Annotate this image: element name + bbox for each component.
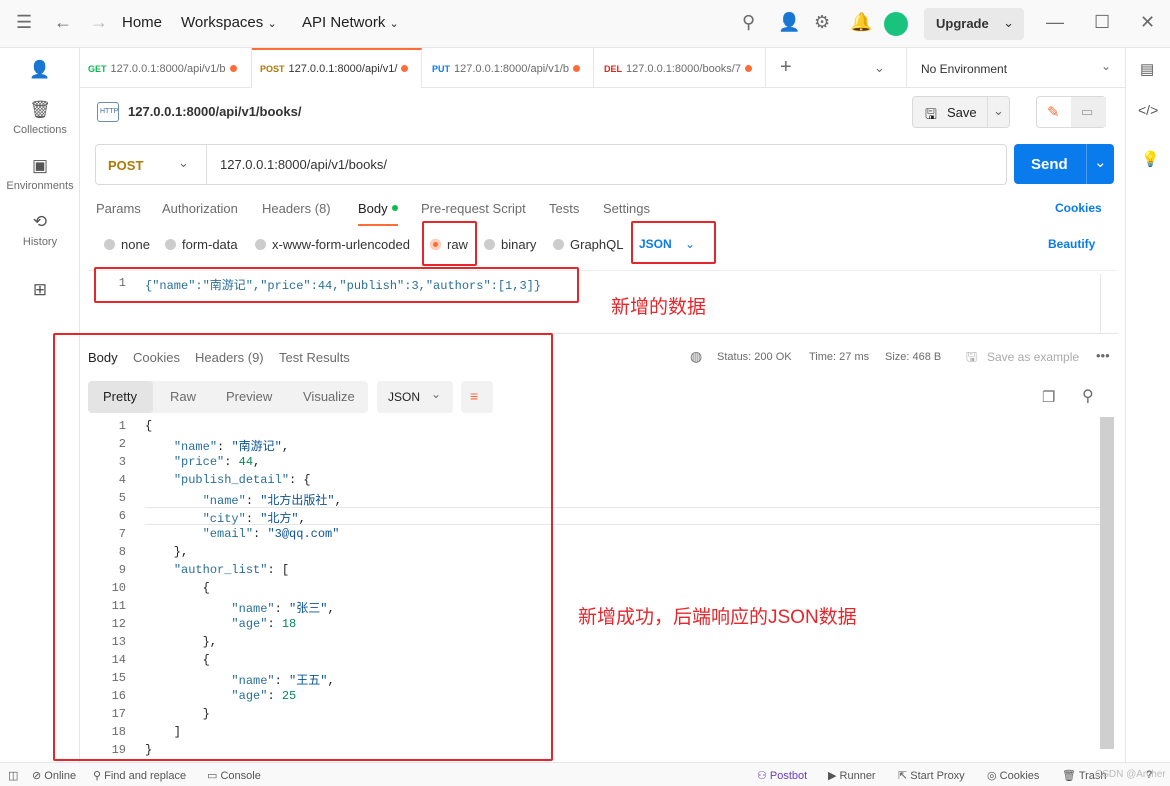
save-disk-icon: 🖫 — [925, 106, 937, 122]
sidebar-item-environments[interactable]: ▣ Environments — [0, 156, 80, 192]
online-status[interactable]: ⊘ Online — [32, 769, 76, 782]
search-icon[interactable]: ⚲ — [1082, 386, 1094, 406]
send-button[interactable]: Send ⌄ — [1014, 144, 1114, 184]
environment-icon: ▣ — [31, 156, 49, 175]
back-arrow-icon[interactable]: ← — [54, 12, 72, 33]
save-disk-icon: 🖫 — [966, 349, 978, 364]
tab-body[interactable]: Body — [358, 201, 398, 226]
user-icon[interactable]: 👤 — [0, 60, 80, 84]
save-as-example-button[interactable]: Save as example — [987, 350, 1079, 364]
url-bar: POST ⌄ 127.0.0.1:8000/api/v1/books/ — [95, 144, 1007, 185]
console-button[interactable]: ▭ Console — [207, 769, 261, 782]
annotation-success: 新增成功，后端响应的JSON数据 — [578, 607, 857, 628]
http-icon: HTTP — [97, 102, 119, 122]
home-link[interactable]: Home — [122, 14, 162, 31]
tab-authorization[interactable]: Authorization — [162, 201, 238, 216]
tab-get[interactable]: GET 127.0.0.1:8000/api/v1/b — [80, 48, 252, 88]
search-icon[interactable]: ⚲ — [742, 12, 755, 33]
edit-pencil-icon[interactable]: ✎ — [1047, 103, 1060, 121]
radio-form-data[interactable]: form-data — [165, 237, 238, 252]
comment-icon[interactable]: ▭ — [1071, 97, 1106, 127]
tab-tests[interactable]: Tests — [549, 201, 579, 216]
code-icon[interactable]: </> — [1138, 102, 1158, 118]
annotation-box-response — [53, 333, 553, 761]
chevron-down-icon: ⌄ — [1003, 15, 1014, 30]
find-replace-button[interactable]: ⚲ Find and replace — [93, 769, 186, 782]
tab-params[interactable]: Params — [96, 201, 141, 216]
watermark: CSDN @Archer — [1095, 769, 1166, 780]
runner-button[interactable]: ▶ Runner — [828, 769, 876, 782]
url-input[interactable]: 127.0.0.1:8000/api/v1/books/ — [220, 157, 387, 172]
radio-none[interactable]: none — [104, 237, 150, 252]
tab-pre-request-script[interactable]: Pre-request Script — [421, 201, 526, 216]
response-scrollbar[interactable] — [1100, 417, 1114, 749]
new-tab-plus-icon[interactable]: + — [780, 56, 792, 79]
postbot-button[interactable]: ⚇ Postbot — [757, 769, 807, 782]
title-bar: ☰ ← → Home Workspaces ⌄ API Network ⌄ ⚲ … — [0, 0, 1170, 48]
upgrade-button[interactable]: Upgrade ⌄ — [924, 8, 1024, 40]
more-options-icon[interactable]: ••• — [1096, 348, 1110, 363]
history-icon: ⟲ — [32, 212, 48, 231]
cookies-button[interactable]: ◎ Cookies — [987, 769, 1039, 782]
copy-icon[interactable]: ❐ — [1042, 388, 1055, 406]
beautify-link[interactable]: Beautify — [1048, 237, 1095, 251]
close-icon[interactable]: ✕ — [1140, 12, 1155, 33]
menu-icon[interactable]: ☰ — [16, 12, 32, 33]
invite-user-icon[interactable]: 👤 — [778, 12, 800, 33]
tab-post[interactable]: POST 127.0.0.1:8000/api/v1/ — [252, 48, 422, 88]
tab-put[interactable]: PUT 127.0.0.1:8000/api/v1/b — [422, 48, 594, 88]
workspaces-menu[interactable]: Workspaces ⌄ — [181, 14, 277, 31]
status-code: Status: 200 OK — [717, 351, 792, 363]
radio-graphql[interactable]: GraphQL — [553, 237, 623, 252]
chevron-down-icon: ⌄ — [993, 103, 1004, 118]
editor-scrollbar[interactable] — [1100, 274, 1114, 334]
avatar[interactable] — [884, 12, 908, 36]
environment-selector[interactable]: No Environment ⌄ — [906, 48, 1125, 88]
chevron-down-icon: ⌄ — [389, 18, 399, 30]
request-tabs: GET 127.0.0.1:8000/api/v1/b POST 127.0.0.1… — [80, 48, 1125, 88]
lightbulb-icon[interactable]: 💡 — [1141, 150, 1160, 168]
help-icon[interactable]: ? — [1146, 769, 1152, 781]
chevron-down-icon: ⌄ — [1094, 154, 1107, 171]
forward-arrow-icon[interactable]: → — [90, 12, 108, 33]
status-bar: ◫ ⊘ Online ⚲ Find and replace ▭ Console … — [0, 762, 1170, 786]
save-button[interactable]: 🖫 Save ⌄ — [912, 96, 1010, 128]
annotation-box-raw — [422, 221, 477, 266]
start-proxy-button[interactable]: ⇱ Start Proxy — [898, 769, 965, 782]
tab-headers[interactable]: Headers (8) — [262, 201, 331, 216]
sidebar-toggle-icon[interactable]: ◫ — [8, 769, 18, 782]
minimize-icon[interactable]: — — [1046, 12, 1064, 33]
annotation-box-request-body — [94, 267, 579, 303]
trash-icon: 🗑 — [29, 100, 51, 119]
api-network-menu[interactable]: API Network ⌄ — [302, 14, 399, 31]
annotation-new-data: 新增的数据 — [611, 297, 707, 318]
cookies-link[interactable]: Cookies — [1055, 201, 1102, 215]
settings-gear-icon[interactable]: ⚙ — [814, 12, 830, 33]
sidebar-item-history[interactable]: ⟲ History — [0, 212, 80, 248]
environment-quicklook-icon[interactable]: ▤ — [1140, 60, 1154, 78]
chevron-down-icon: ⌄ — [267, 18, 277, 30]
sidebar-item-collections[interactable]: 🗑 Collections — [0, 100, 80, 136]
annotation-box-json — [631, 221, 716, 264]
radio-binary[interactable]: binary — [484, 237, 536, 252]
tab-del[interactable]: DEL 127.0.0.1:8000/books/7 — [594, 48, 766, 88]
chevron-down-icon[interactable]: ⌄ — [178, 155, 189, 171]
view-toggle: ✎ ▭ — [1036, 96, 1106, 128]
chevron-down-icon: ⌄ — [1100, 59, 1111, 73]
add-apps-icon[interactable]: ⊞ — [0, 280, 80, 304]
response-time: Time: 27 ms — [809, 351, 870, 363]
globe-icon: ◍ — [690, 348, 703, 364]
request-title[interactable]: 127.0.0.1:8000/api/v1/books/ — [128, 104, 301, 119]
response-size: Size: 468 B — [885, 351, 942, 363]
radio-urlencoded[interactable]: x-www-form-urlencoded — [255, 237, 410, 252]
notification-bell-icon[interactable]: 🔔 — [850, 12, 872, 33]
chevron-down-icon[interactable]: ⌄ — [874, 60, 885, 76]
maximize-icon[interactable]: ☐ — [1094, 12, 1110, 33]
right-sidebar: ▤ </> 💡 — [1125, 48, 1170, 762]
method-select[interactable]: POST — [108, 158, 143, 173]
tab-settings[interactable]: Settings — [603, 201, 650, 216]
